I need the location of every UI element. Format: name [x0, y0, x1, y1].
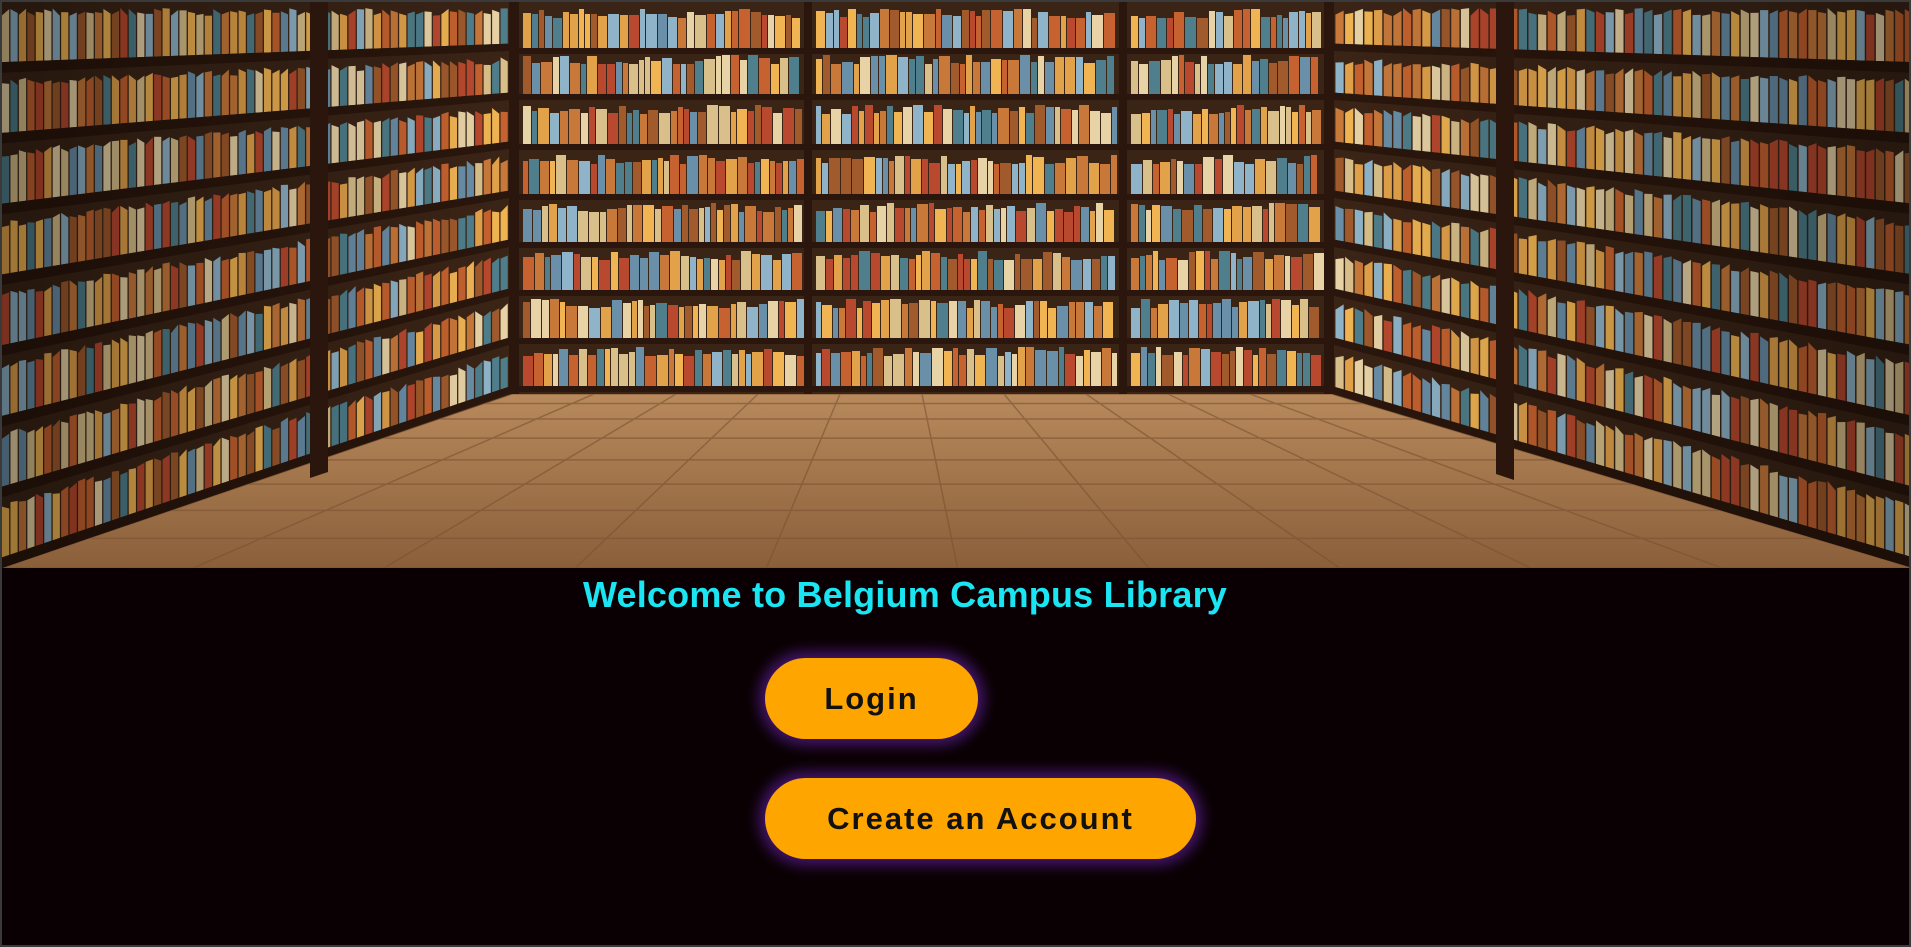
page-title: Welcome to Belgium Campus Library [582, 574, 1228, 615]
app-window: Welcome to Belgium Campus Library Login … [0, 0, 1911, 947]
login-button[interactable]: Login [765, 658, 978, 739]
library-banner-image [2, 2, 1909, 568]
create-account-button[interactable]: Create an Account [765, 778, 1196, 859]
